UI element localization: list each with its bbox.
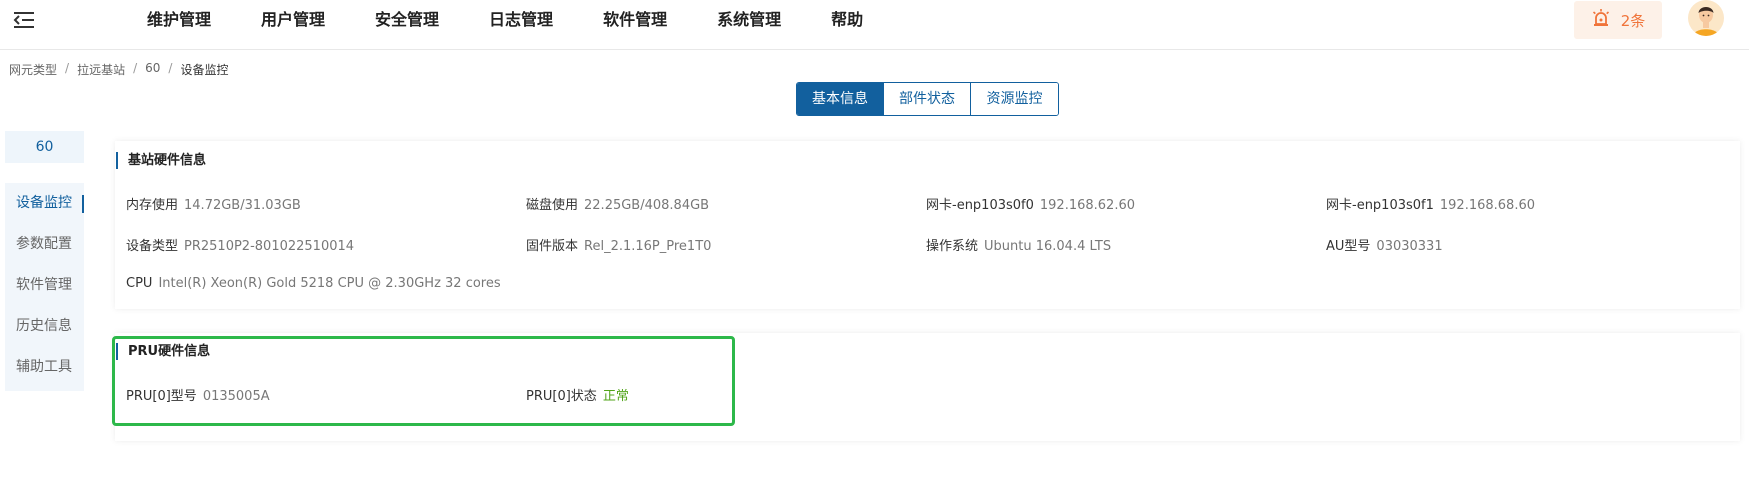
alarm-button[interactable]: 2条	[1574, 1, 1662, 39]
breadcrumb-item[interactable]: 网元类型	[9, 61, 57, 78]
tab-component-status[interactable]: 部件状态	[884, 83, 971, 115]
tab-basic-info[interactable]: 基本信息	[797, 83, 884, 115]
user-avatar-icon[interactable]	[1688, 0, 1724, 36]
field-memory: 内存使用 14.72GB/31.03GB	[126, 198, 301, 213]
side-item-tools[interactable]: 辅助工具	[5, 347, 84, 388]
pru-hw-card: PRU硬件信息 PRU[0]型号 0135005A PRU[0]状态 正常	[115, 333, 1740, 441]
card-title: 基站硬件信息	[116, 152, 206, 169]
nav-security[interactable]: 安全管理	[375, 0, 439, 40]
field-os: 操作系统 Ubuntu 16.04.4 LTS	[926, 239, 1112, 254]
menu-fold-icon[interactable]	[12, 9, 38, 31]
card-title: PRU硬件信息	[116, 343, 210, 360]
siren-icon	[1591, 8, 1611, 32]
tab-resource-monitor[interactable]: 资源监控	[971, 83, 1058, 115]
breadcrumb-item[interactable]: 60	[145, 61, 160, 78]
field-nic0: 网卡-enp103s0f0 192.168.62.60	[926, 198, 1135, 213]
breadcrumb-separator: /	[133, 61, 138, 75]
breadcrumb: 网元类型 / 拉远基站 / 60 / 设备监控	[9, 61, 228, 78]
breadcrumb-separator: /	[168, 61, 173, 75]
side-item-device-monitor[interactable]: 设备监控	[5, 183, 84, 224]
base-hw-card: 基站硬件信息 内存使用 14.72GB/31.03GB 磁盘使用 22.25GB/4…	[115, 141, 1740, 309]
alarm-count: 2条	[1620, 11, 1646, 30]
top-nav-bar: 维护管理 用户管理 安全管理 日志管理 软件管理 系统管理 帮助 2条	[0, 0, 1749, 50]
nav-help[interactable]: 帮助	[831, 0, 863, 40]
side-menu: 设备监控 参数配置 软件管理 历史信息 辅助工具	[5, 183, 84, 391]
field-au-model: AU型号 03030331	[1326, 239, 1443, 254]
status-badge: 正常	[602, 389, 629, 404]
field-firmware: 固件版本 Rel_2.1.16P_Pre1T0	[526, 239, 712, 254]
nav-software[interactable]: 软件管理	[603, 0, 667, 40]
field-device-type: 设备类型 PR2510P2-801022510014	[126, 239, 355, 254]
field-pru-model: PRU[0]型号 0135005A	[126, 389, 270, 404]
nav-system[interactable]: 系统管理	[717, 0, 781, 40]
field-pru-status: PRU[0]状态 正常	[526, 389, 629, 404]
field-nic1: 网卡-enp103s0f1 192.168.68.60	[1326, 198, 1535, 213]
nav-logs[interactable]: 日志管理	[489, 0, 553, 40]
breadcrumb-current: 设备监控	[180, 63, 229, 77]
field-disk: 磁盘使用 22.25GB/408.84GB	[526, 198, 710, 213]
main-nav: 维护管理 用户管理 安全管理 日志管理 软件管理 系统管理 帮助	[147, 0, 913, 40]
field-cpu: CPU Intel(R) Xeon(R) Gold 5218 CPU @ 2.30…	[126, 276, 501, 291]
view-tabs: 基本信息 部件状态 资源监控	[796, 82, 1059, 116]
breadcrumb-separator: /	[65, 61, 70, 75]
side-item-param-config[interactable]: 参数配置	[5, 224, 84, 265]
nav-users[interactable]: 用户管理	[261, 0, 325, 40]
nav-maintenance[interactable]: 维护管理	[147, 0, 211, 40]
node-id-badge: 60	[5, 131, 84, 163]
side-item-software[interactable]: 软件管理	[5, 265, 84, 306]
breadcrumb-item[interactable]: 拉远基站	[77, 61, 125, 78]
side-item-history[interactable]: 历史信息	[5, 306, 84, 347]
